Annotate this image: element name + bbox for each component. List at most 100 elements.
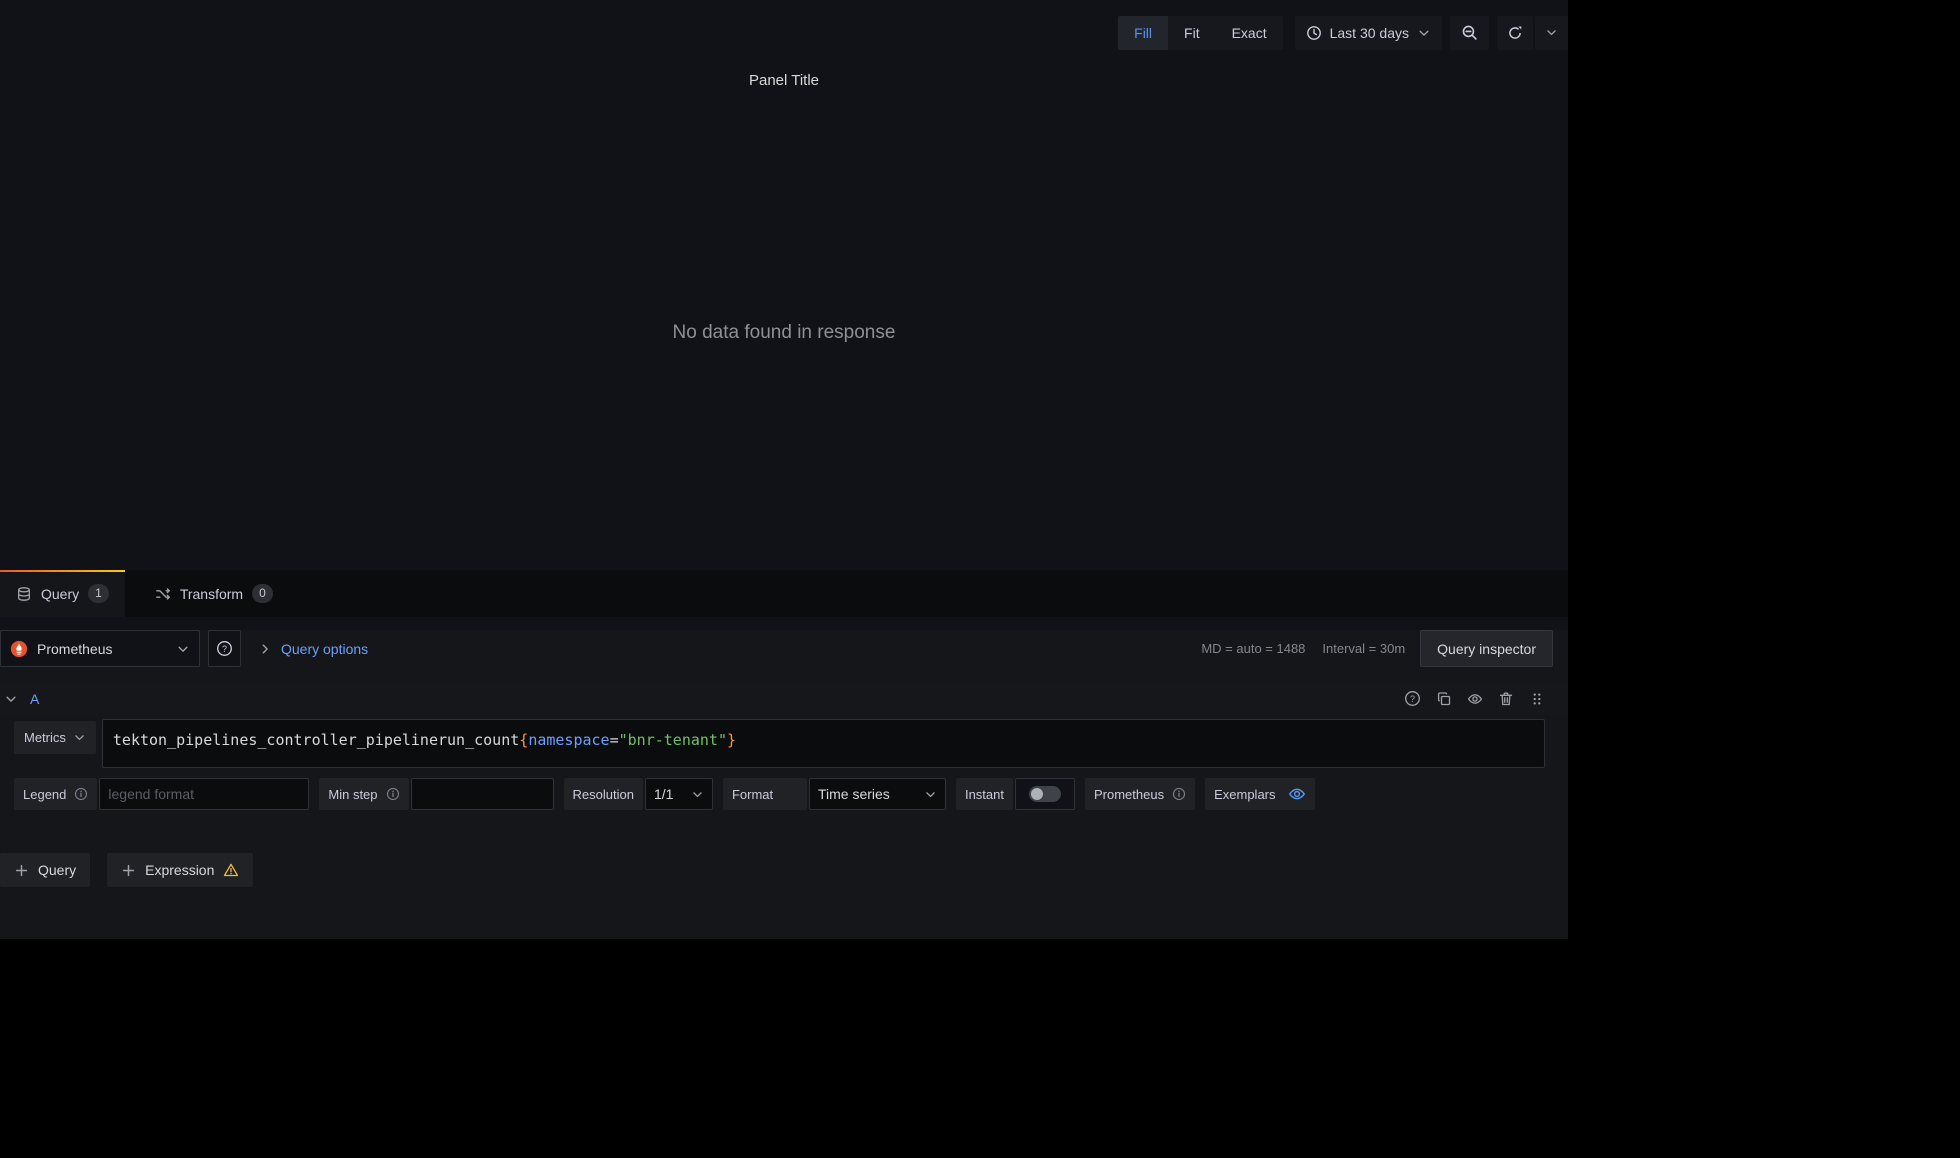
zoom-out-button[interactable] (1450, 16, 1489, 50)
refresh-button[interactable] (1497, 16, 1533, 50)
max-data-points-text: MD = auto = 1488 (1201, 641, 1305, 656)
resolution-label-text: Resolution (573, 787, 634, 802)
format-group: Format Time series (723, 778, 946, 810)
svg-text:?: ? (1410, 694, 1415, 704)
drag-handle-icon[interactable] (1528, 690, 1545, 707)
query-expression-row: Metrics tekton_pipelines_controller_pipe… (0, 719, 1568, 768)
query-inspector-button[interactable]: Query inspector (1420, 630, 1553, 667)
view-mode-fit-button[interactable]: Fit (1168, 16, 1216, 50)
plus-icon (121, 863, 136, 878)
transform-icon (155, 586, 171, 602)
database-icon (16, 586, 32, 602)
resolution-value: 1/1 (654, 786, 673, 802)
instant-toggle[interactable] (1015, 778, 1075, 810)
format-select[interactable]: Time series (809, 778, 946, 810)
query-row-header[interactable]: A ? (0, 682, 1568, 715)
search-minus-icon (1461, 24, 1478, 41)
prometheus-logo-icon (10, 640, 28, 658)
instant-label: Instant (956, 778, 1013, 810)
exemplars-label-text: Exemplars (1214, 787, 1275, 802)
view-mode-exact-button[interactable]: Exact (1216, 16, 1283, 50)
svg-text:?: ? (222, 644, 227, 654)
info-icon[interactable] (74, 787, 88, 801)
prometheus-option-label-text: Prometheus (1094, 787, 1164, 802)
chevron-down-icon (73, 731, 86, 744)
legend-format-input[interactable] (99, 778, 309, 810)
view-mode-group: Fill Fit Exact (1118, 16, 1282, 50)
collapse-query-button[interactable] (2, 690, 20, 708)
legend-label: Legend (14, 778, 97, 810)
query-options-toggle[interactable]: Query options (258, 641, 368, 657)
time-range-label: Last 30 days (1330, 25, 1409, 41)
delete-query-trash-icon[interactable] (1497, 690, 1514, 707)
instant-group: Instant (956, 778, 1075, 810)
query-help-icon[interactable]: ? (1404, 690, 1421, 707)
toggle-visibility-eye-icon[interactable] (1466, 690, 1483, 707)
code-close-brace: } (727, 731, 736, 749)
chevron-down-icon (176, 642, 190, 656)
tab-query[interactable]: Query 1 (0, 570, 125, 617)
active-tab-indicator (0, 570, 125, 572)
top-toolbar: Fill Fit Exact Last 30 days (0, 0, 1568, 65)
clock-icon (1306, 25, 1322, 41)
tab-transform[interactable]: Transform 0 (139, 570, 289, 617)
refresh-button-group (1497, 16, 1568, 50)
add-query-label: Query (38, 862, 76, 878)
view-mode-fill-button[interactable]: Fill (1118, 16, 1168, 50)
query-count-badge: 1 (88, 584, 109, 603)
min-step-label: Min step (319, 778, 408, 810)
format-label-text: Format (732, 787, 773, 802)
chevron-down-icon (924, 788, 937, 801)
metrics-button-label: Metrics (24, 730, 66, 745)
datasource-name: Prometheus (37, 641, 112, 657)
metrics-browser-button[interactable]: Metrics (14, 721, 96, 754)
add-expression-label: Expression (145, 862, 214, 878)
question-circle-icon: ? (216, 640, 233, 657)
code-operator: = (610, 731, 619, 749)
panel-header[interactable]: Panel Title (0, 65, 1568, 95)
transform-count-badge: 0 (252, 584, 273, 603)
time-range-picker[interactable]: Last 30 days (1295, 16, 1442, 50)
datasource-picker[interactable]: Prometheus (0, 630, 200, 667)
code-label-value: "bnr-tenant" (619, 731, 727, 749)
tab-query-label: Query (41, 586, 79, 602)
code-label-name: namespace (528, 731, 609, 749)
query-actions: ? (1404, 690, 1545, 707)
promql-code-editor[interactable]: tekton_pipelines_controller_pipelinerun_… (102, 719, 1545, 768)
plus-icon (14, 863, 29, 878)
tab-transform-label: Transform (180, 586, 243, 602)
chevron-down-icon (1545, 26, 1558, 39)
toggle-knob (1029, 786, 1061, 802)
editor-tabbar: Query 1 Transform 0 (0, 570, 1568, 617)
chevron-down-icon (691, 788, 704, 801)
editor-footer: Query Expression (0, 853, 1568, 887)
instant-label-text: Instant (965, 787, 1004, 802)
info-icon[interactable] (386, 787, 400, 801)
interval-text: Interval = 30m (1322, 641, 1405, 656)
datasource-help-button[interactable]: ? (208, 630, 241, 667)
add-query-button[interactable]: Query (0, 853, 90, 887)
grafana-panel-editor: Fill Fit Exact Last 30 days (0, 0, 1568, 926)
query-editor-pane: Prometheus ? Query options MD = auto = 1… (0, 630, 1568, 939)
datasource-option-group: Prometheus (1085, 778, 1195, 810)
min-step-label-text: Min step (328, 787, 377, 802)
format-value: Time series (818, 786, 890, 802)
code-metric-name: tekton_pipelines_controller_pipelinerun_… (113, 731, 519, 749)
format-label: Format (723, 778, 807, 810)
chevron-down-icon (1417, 26, 1431, 40)
resolution-group: Resolution 1/1 (564, 778, 713, 810)
query-ref-id: A (30, 691, 39, 707)
info-icon[interactable] (1172, 787, 1186, 801)
resolution-select[interactable]: 1/1 (645, 778, 713, 810)
min-step-group: Min step (319, 778, 553, 810)
duplicate-query-icon[interactable] (1435, 690, 1452, 707)
refresh-interval-dropdown[interactable] (1535, 16, 1568, 50)
panel-body: No data found in response (0, 95, 1568, 570)
legend-label-text: Legend (23, 787, 66, 802)
exemplars-eye-icon[interactable] (1288, 785, 1306, 803)
add-expression-button[interactable]: Expression (107, 853, 253, 887)
panel-title: Panel Title (749, 72, 819, 89)
min-step-input[interactable] (411, 778, 554, 810)
refresh-icon (1507, 25, 1523, 41)
exemplars-group: Exemplars (1205, 778, 1314, 810)
